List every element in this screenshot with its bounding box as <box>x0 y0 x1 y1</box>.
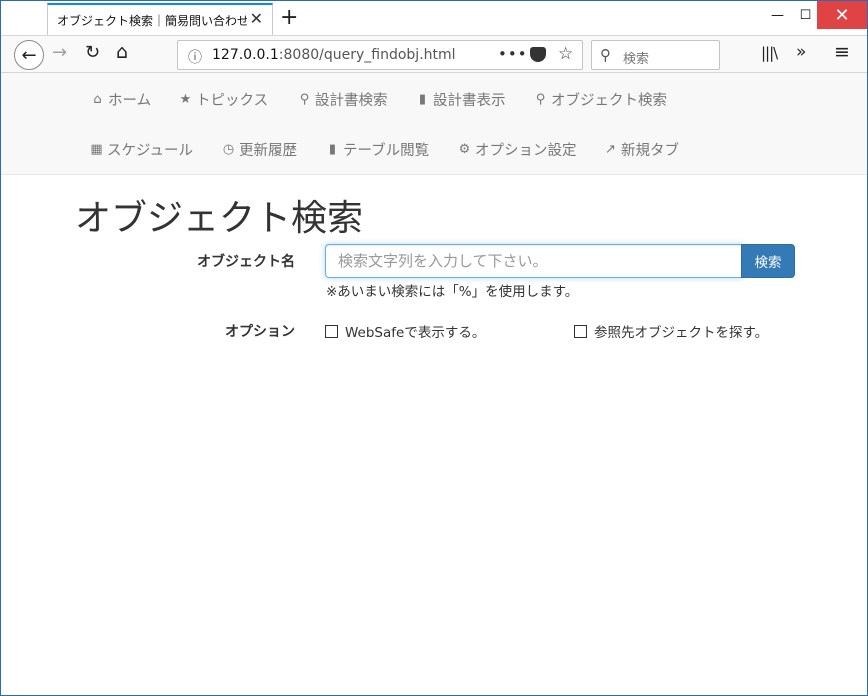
object-name-label: オブジェクト名 <box>197 254 295 270</box>
close-window-button[interactable]: ✕ <box>817 1 867 29</box>
forward-arrow-icon[interactable]: → <box>52 42 67 63</box>
nav-item-label: オブジェクト検索 <box>551 92 667 109</box>
back-arrow-icon[interactable]: ← <box>14 40 44 70</box>
nav-item-label: ホーム <box>108 92 152 109</box>
websafe-checkbox[interactable] <box>325 324 338 338</box>
nav-item-label: 設計書表示 <box>433 92 506 109</box>
nav-item-label: 新規タブ <box>621 142 679 159</box>
gear-icon: ⚙ <box>458 141 471 157</box>
calendar-icon: ▦ <box>90 141 103 157</box>
browser-search-placeholder: 検索 <box>623 52 650 67</box>
nav-item-label: 更新履歴 <box>239 142 297 159</box>
url-text[interactable]: 127.0.0.1:8080/query_findobj.html <box>212 47 456 63</box>
url-host: 127.0.0.1 <box>212 47 279 63</box>
search-icon: ⚲ <box>600 46 611 64</box>
nav-item-schedule[interactable]: ▦ スケジュール <box>89 139 193 159</box>
library-icon[interactable]: |||\ <box>761 44 778 62</box>
info-icon[interactable]: ⓘ <box>188 47 202 67</box>
search-icon: ⚲ <box>535 91 546 107</box>
nav-item-spec-view[interactable]: ▮ 設計書表示 <box>415 89 506 109</box>
tab-close-icon[interactable]: ✕ <box>250 11 263 27</box>
star-icon[interactable]: ☆ <box>558 44 573 64</box>
tab-strip: オブジェクト検索｜簡易問い合わせサイト ✕ + — ☐ ✕ <box>1 1 867 36</box>
fuzzy-search-hint: ※あいまい検索には「%」を使用します。 <box>326 284 579 300</box>
home-icon: ⌂ <box>93 91 102 107</box>
websafe-option-label: WebSafeで表示する。 <box>345 325 486 341</box>
more-icon[interactable]: ••• <box>498 45 528 63</box>
find-referenced-option-label: 参照先オブジェクトを探す。 <box>594 325 769 341</box>
nav-item-label: テーブル閲覧 <box>343 142 430 159</box>
external-link-icon: ↗ <box>605 141 616 157</box>
nav-item-object-search[interactable]: ⚲ オブジェクト検索 <box>533 89 667 109</box>
hamburger-menu-icon[interactable]: ≡ <box>834 41 850 63</box>
nav-item-table-view[interactable]: ▮ テーブル閲覧 <box>325 139 429 159</box>
star-icon: ★ <box>179 91 192 107</box>
browser-toolbar: ← → ↻ ⌂ ⓘ 127.0.0.1:8080/query_findobj.h… <box>1 35 867 73</box>
nav-item-topics[interactable]: ★ トピックス <box>178 89 268 109</box>
nav-item-label: トピックス <box>196 92 269 109</box>
active-tab[interactable]: オブジェクト検索｜簡易問い合わせサイト ✕ <box>47 3 273 36</box>
url-bar[interactable]: ⓘ 127.0.0.1:8080/query_findobj.html ••• … <box>177 40 583 70</box>
overflow-icon[interactable]: » <box>796 42 806 62</box>
book-icon: ▮ <box>328 141 337 157</box>
websafe-option[interactable]: WebSafeで表示する。 <box>325 321 485 341</box>
search-button[interactable]: 検索 <box>741 244 795 278</box>
clock-icon: ◷ <box>222 141 235 157</box>
nav-item-label: 設計書検索 <box>315 92 388 109</box>
reload-icon[interactable]: ↻ <box>85 42 100 63</box>
nav-item-spec-search[interactable]: ⚲ 設計書検索 <box>297 89 388 109</box>
page-title: オブジェクト検索 <box>75 198 364 239</box>
site-navbar: ⌂ ホーム ★ トピックス ⚲ 設計書検索 ▮ 設計書表示 ⚲ オブジェクト検索 ▦ スケジ… <box>1 73 867 175</box>
find-referenced-checkbox[interactable] <box>574 324 587 338</box>
url-path: :8080/query_findobj.html <box>278 47 456 63</box>
book-icon: ▮ <box>418 91 427 107</box>
browser-window: オブジェクト検索｜簡易問い合わせサイト ✕ + — ☐ ✕ ← → ↻ ⌂ ⓘ … <box>0 0 868 696</box>
options-label: オプション <box>225 324 295 340</box>
browser-search-bar[interactable]: ⚲ 検索 <box>591 40 720 70</box>
search-icon: ⚲ <box>299 91 310 107</box>
nav-item-label: スケジュール <box>107 142 193 159</box>
nav-item-new-tab[interactable]: ↗ 新規タブ <box>603 139 679 159</box>
tab-title: オブジェクト検索｜簡易問い合わせサイト <box>57 14 247 28</box>
new-tab-button[interactable]: + <box>280 5 298 31</box>
nav-item-home[interactable]: ⌂ ホーム <box>90 89 151 109</box>
object-name-input[interactable] <box>325 244 743 278</box>
find-referenced-option[interactable]: 参照先オブジェクトを探す。 <box>574 321 768 341</box>
nav-item-options[interactable]: ⚙ オプション設定 <box>457 139 577 159</box>
home-icon[interactable]: ⌂ <box>116 41 128 63</box>
nav-item-label: オプション設定 <box>475 142 577 159</box>
nav-item-history[interactable]: ◷ 更新履歴 <box>221 139 297 159</box>
pocket-icon[interactable] <box>530 47 546 62</box>
